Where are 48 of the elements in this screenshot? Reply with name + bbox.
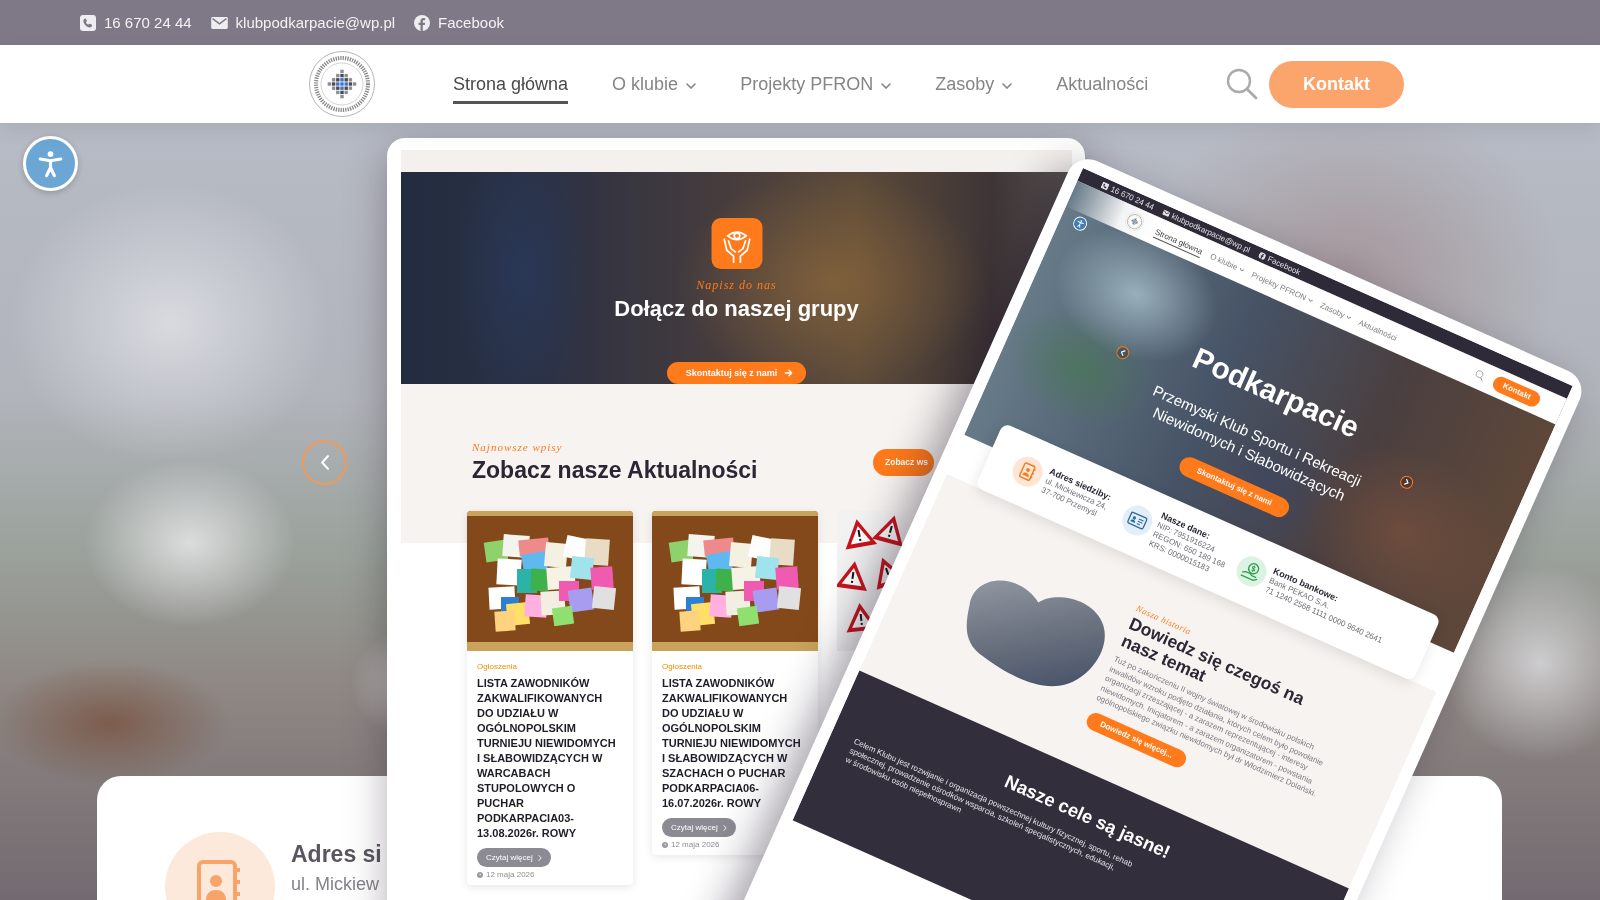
clock-icon [662,841,668,848]
chevron-left-icon [319,455,330,470]
facebook-icon [414,14,431,31]
facebook-icon [1257,250,1267,261]
envelope-icon [1161,208,1171,218]
contact-button[interactable]: Kontakt [1269,60,1404,108]
search-icon [1473,368,1487,383]
section-eyebrow: Najnowsze wpisy [472,442,564,453]
phone-link[interactable]: 16 670 24 44 [80,14,192,31]
nav-tab[interactable]: Projekty PFRON [740,64,892,104]
nav-tab[interactable]: Zasoby [935,64,1013,104]
post-date: 12 maja 2026 [486,870,535,879]
address-text: ul. Mickiew [291,873,380,896]
section-eyebrow: Napisz do nas [696,278,777,291]
read-more-label: Czytaj więcej [671,823,718,832]
email-link[interactable]: klubpodkarpacie@wp.pl [210,14,396,31]
accessibility-icon [36,149,65,178]
phone-icon [1100,180,1110,191]
envelope-icon [210,16,228,29]
arrow-right-icon [784,368,794,377]
post-category: Ogłoszenia [662,662,704,672]
facebook-link[interactable]: Facebook [414,14,504,31]
post-date: 12 maja 2026 [671,840,720,849]
chevron-right-icon [722,824,727,831]
chevron-circle-right-icon [1398,473,1416,491]
phone-number: 16 670 24 44 [1109,184,1156,212]
nav-tab[interactable]: Aktualności [1056,64,1149,104]
post-category: Ogłoszenia [477,662,519,672]
accessibility-button[interactable] [23,136,78,191]
accessibility-icon [1070,214,1090,233]
search-icon[interactable] [1226,68,1258,100]
previous-slide-button[interactable] [302,440,347,485]
clock-icon [477,871,483,878]
see-all-pill: Zobacz ws [873,448,934,476]
section-heading: Zobacz nasze Aktualności [472,458,759,482]
logo-emblem-icon [309,51,375,117]
post-title: LISTA ZAWODNIKÓW ZAKWALIFIKOWANYCH DO UDZIAŁU W OGÓLNOPOLSKIM TURNIEJU NIEWIDOMYCH I SŁABOWIDZĄCYCH W SZACHACH O PUCHAR PODKARPACIA06- 16.07.2026r. ROWY [662,676,802,811]
read-more-label: Czytaj więcej [486,853,533,862]
chevron-circle-left-icon [1114,344,1132,362]
post-title: LISTA ZAWODNIKÓW ZAKWALIFIKOWANYCH DO UDZIAŁU W OGÓLNOPOLSKIM TURNIEJU NIEWIDOMYCH I SŁABOWIDZĄCYCH W WARCABACH STUPOLOWYCH O PUCHAR PODKARPACIA03- 13.08.2026r. ROWY [477,676,617,841]
card-title: Adres si [291,840,382,868]
banner-heading: Dołącz do naszej grupy [614,296,859,321]
contact-us-label: Skontaktuj się z nami [685,367,778,378]
logo-emblem-icon [1122,209,1147,234]
nav-tab[interactable]: Strona główna [453,64,569,104]
phone-icon [80,14,96,31]
chevron-right-icon [537,854,542,861]
nav-tab[interactable]: O klubie [612,64,697,104]
